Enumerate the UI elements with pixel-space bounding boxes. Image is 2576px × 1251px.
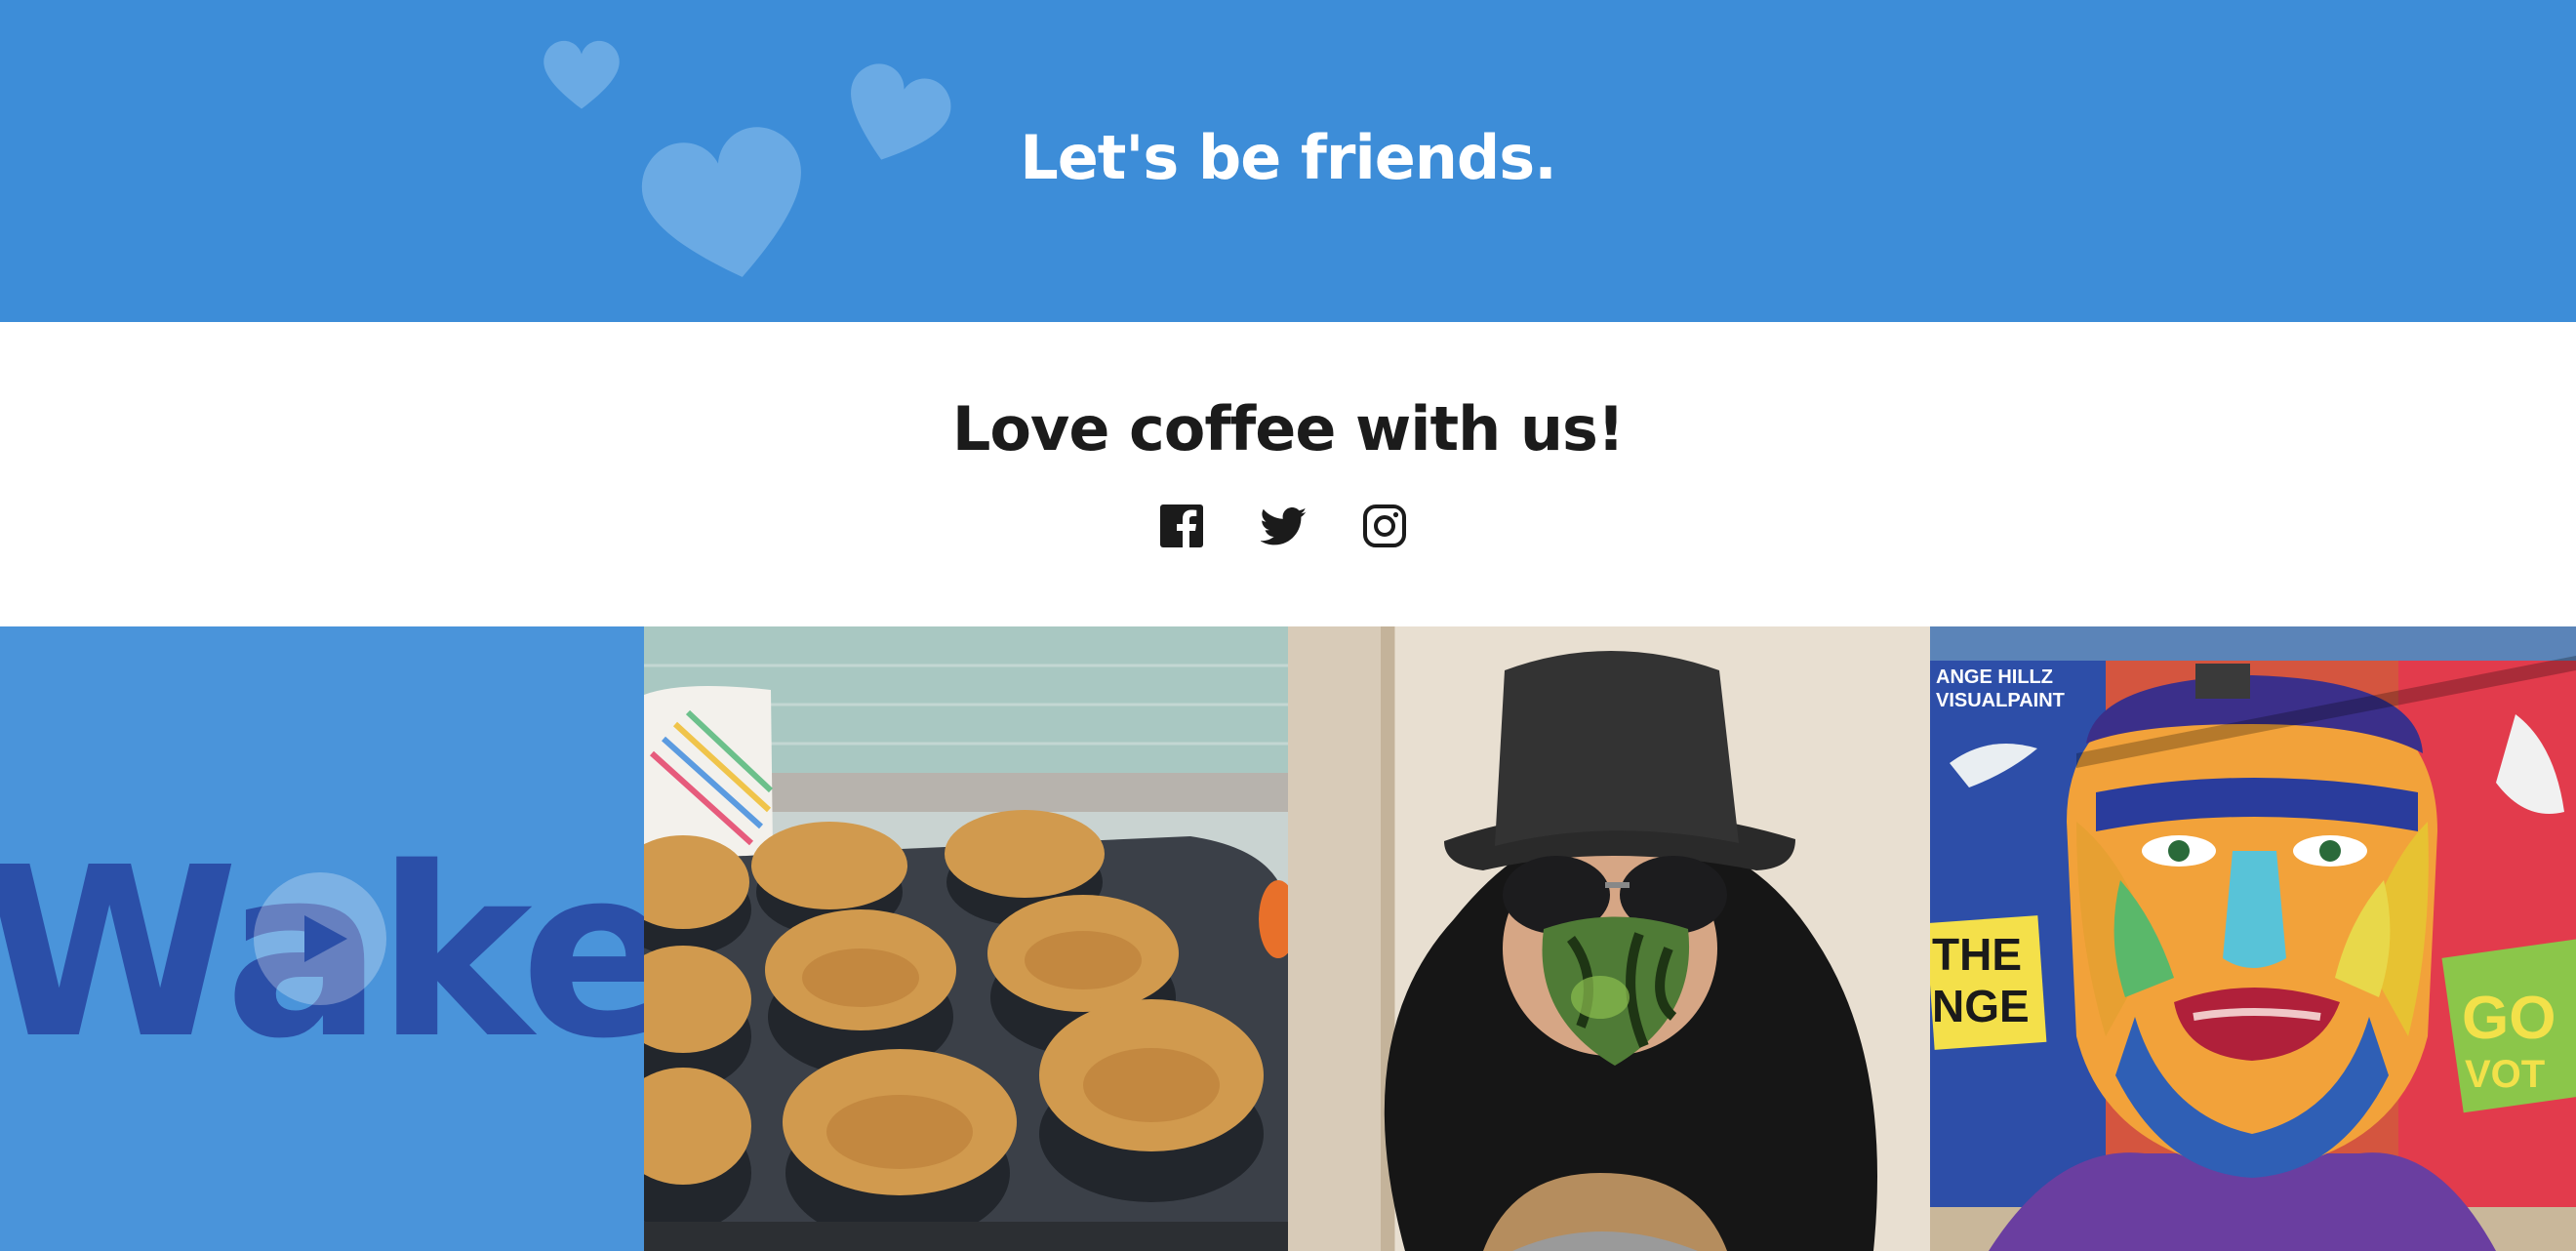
heart-icon — [543, 40, 620, 109]
muffins-photo — [644, 626, 1288, 1251]
social-section: Love coffee with us! — [0, 322, 2576, 626]
twitter-icon[interactable] — [1260, 504, 1308, 550]
gallery-tile-muffins[interactable] — [644, 626, 1288, 1251]
mural-sign-left-line1: THE — [1932, 929, 2022, 980]
mural-artist-line1: ANGE HILLZ — [1936, 666, 2053, 688]
friends-banner: Let's be friends. — [0, 0, 2576, 322]
mural-artist-line2: VISUALPAINT — [1936, 690, 2065, 711]
mural-photo: THE NGE GO VOT ANGE HILLZ VISUALPAINT — [1930, 626, 2576, 1251]
gallery-tile-video[interactable]: Wake — [0, 626, 644, 1251]
gallery-tile-mural[interactable]: THE NGE GO VOT ANGE HILLZ VISUALPAINT — [1930, 626, 2576, 1251]
instagram-gallery: Wake THE NGE GO VOT ANGE HILLZ VISUALPAI… — [0, 626, 2576, 1251]
mural-sign-right-line1: GO — [2462, 985, 2556, 1052]
play-icon[interactable] — [254, 872, 386, 1005]
banner-title: Let's be friends. — [1020, 122, 1557, 193]
gallery-tile-selfie[interactable] — [1288, 626, 1930, 1251]
social-icons — [1159, 504, 1417, 552]
social-title: Love coffee with us! — [951, 393, 1625, 464]
mural-sign-right-line2: VOT — [2465, 1053, 2545, 1096]
facebook-icon[interactable] — [1159, 504, 1206, 550]
selfie-photo — [1288, 626, 1930, 1251]
mural-sign-left-line2: NGE — [1932, 981, 2030, 1031]
instagram-icon[interactable] — [1362, 504, 1409, 550]
